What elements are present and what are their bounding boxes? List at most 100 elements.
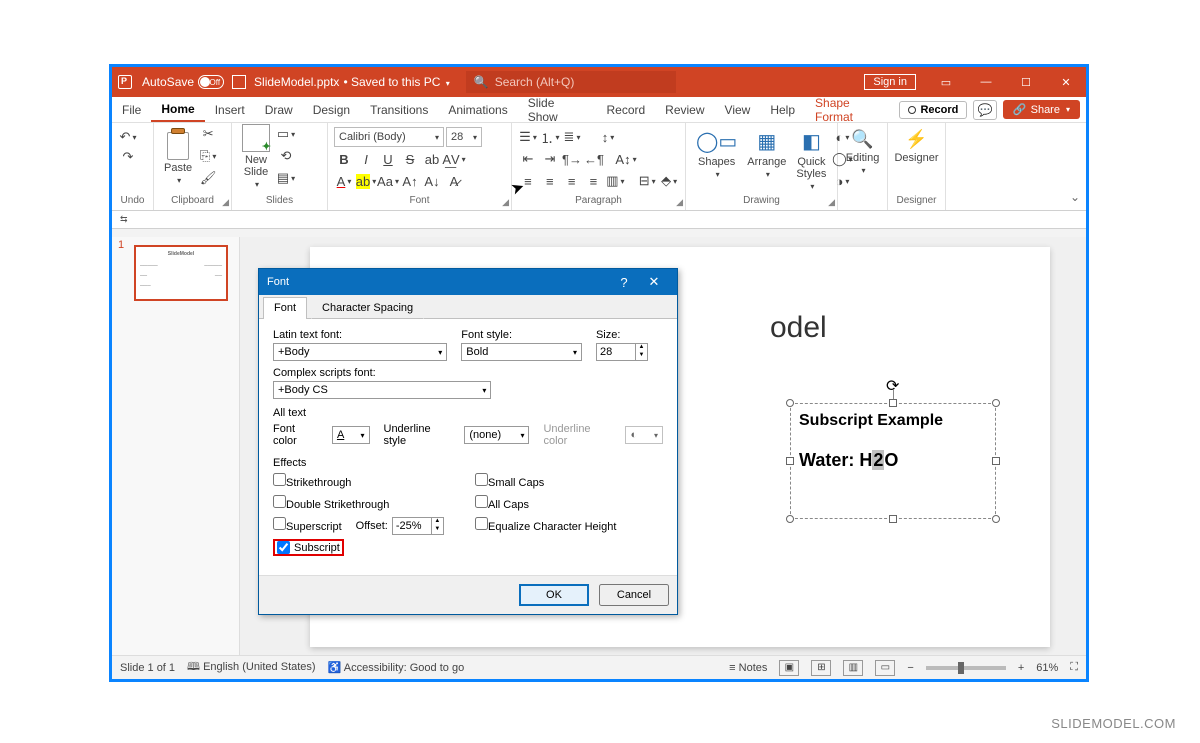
- qat-dropdown-icon[interactable]: ⇆: [120, 214, 128, 225]
- allcaps-checkbox[interactable]: All Caps: [475, 495, 663, 511]
- tab-design[interactable]: Design: [303, 97, 360, 122]
- dialog-tab-charspacing[interactable]: Character Spacing: [311, 297, 424, 319]
- quick-styles-button[interactable]: ◧Quick Styles▾: [792, 127, 830, 193]
- dialog-launcher-icon[interactable]: ◢: [676, 197, 683, 208]
- selected-textbox[interactable]: ⟳ Subscript Example Water: H2O: [790, 403, 996, 519]
- underline-style-combo[interactable]: (none)▾: [464, 426, 529, 444]
- text-direction-button[interactable]: A↕▾: [616, 149, 636, 169]
- layout-button[interactable]: ▭▾: [276, 124, 296, 144]
- slide-counter[interactable]: Slide 1 of 1: [120, 662, 175, 674]
- ltr-button[interactable]: ¶→: [562, 149, 582, 169]
- tab-home[interactable]: Home: [151, 97, 204, 122]
- numbering-button[interactable]: ⒈▾: [540, 127, 560, 147]
- zoom-level[interactable]: 61%: [1036, 662, 1058, 674]
- search-box[interactable]: 🔍 Search (Alt+Q): [466, 71, 676, 93]
- section-button[interactable]: ▤▾: [276, 168, 296, 188]
- justify-button[interactable]: ≡: [584, 171, 604, 191]
- font-style-combo[interactable]: Bold▾: [461, 343, 582, 361]
- zoom-in-button[interactable]: +: [1018, 662, 1024, 674]
- tab-view[interactable]: View: [715, 97, 761, 122]
- reset-button[interactable]: ⟲: [276, 146, 296, 166]
- zoom-slider[interactable]: [926, 666, 1006, 670]
- tab-review[interactable]: Review: [655, 97, 714, 122]
- shadow-button[interactable]: ab: [422, 149, 442, 169]
- format-painter-button[interactable]: 🖌: [198, 168, 218, 188]
- cut-button[interactable]: ✂: [198, 124, 218, 144]
- complex-font-combo[interactable]: +Body CS▾: [273, 381, 491, 399]
- ok-button[interactable]: OK: [519, 584, 589, 606]
- tab-slideshow[interactable]: Slide Show: [518, 97, 597, 122]
- dialog-tab-font[interactable]: Font: [263, 297, 307, 319]
- double-strike-checkbox[interactable]: Double Strikethrough: [273, 495, 461, 511]
- new-slide-button[interactable]: ✦ New Slide▾: [238, 122, 274, 191]
- normal-view-button[interactable]: ▣: [779, 660, 799, 676]
- resize-handle[interactable]: [786, 457, 794, 465]
- tab-help[interactable]: Help: [760, 97, 805, 122]
- arrange-button[interactable]: ▦Arrange▾: [743, 127, 790, 181]
- align-text-button[interactable]: ⊟▾: [637, 171, 657, 191]
- resize-handle[interactable]: [992, 515, 1000, 523]
- textbox-content[interactable]: Subscript Example Water: H2O: [791, 404, 995, 479]
- font-size-combo[interactable]: 28▾: [446, 127, 482, 147]
- save-icon[interactable]: [232, 75, 246, 89]
- columns-button[interactable]: ▥▾: [605, 171, 625, 191]
- accessibility-status[interactable]: ♿ Accessibility: Good to go: [328, 661, 465, 674]
- tab-record[interactable]: Record: [596, 97, 655, 122]
- highlight-button[interactable]: ab▾: [356, 171, 376, 191]
- dialog-launcher-icon[interactable]: ◢: [502, 197, 509, 208]
- shapes-button[interactable]: ◯▭Shapes▾: [692, 127, 741, 181]
- undo-button[interactable]: ↶▾: [118, 127, 138, 147]
- dialog-launcher-icon[interactable]: ◢: [222, 197, 229, 208]
- tab-draw[interactable]: Draw: [255, 97, 303, 122]
- tab-animations[interactable]: Animations: [438, 97, 517, 122]
- paste-button[interactable]: Paste▾: [160, 126, 196, 187]
- tab-shape-format[interactable]: Shape Format: [805, 97, 899, 122]
- resize-handle[interactable]: [889, 399, 897, 407]
- slideshow-view-button[interactable]: ▭: [875, 660, 895, 676]
- offset-spinner[interactable]: ▲▼: [392, 517, 444, 535]
- italic-button[interactable]: I: [356, 149, 376, 169]
- font-name-combo[interactable]: Calibri (Body)▾: [334, 127, 444, 147]
- smallcaps-checkbox[interactable]: Small Caps: [475, 473, 663, 489]
- copy-button[interactable]: ⎘▾: [198, 146, 218, 166]
- resize-handle[interactable]: [786, 515, 794, 523]
- sorter-view-button[interactable]: ⊞: [811, 660, 831, 676]
- line-spacing-button[interactable]: ↕▾: [598, 127, 618, 147]
- slide-thumbnails[interactable]: 1 SlideModel ────────── ──── ───: [112, 237, 240, 655]
- font-color-button[interactable]: A▾: [334, 171, 354, 191]
- ribbon-options-icon[interactable]: ▭: [926, 67, 966, 97]
- font-color-picker[interactable]: A▾: [332, 426, 370, 444]
- strikethrough-checkbox[interactable]: Strikethrough: [273, 473, 461, 489]
- maximize-button[interactable]: ☐: [1006, 67, 1046, 97]
- latin-font-combo[interactable]: +Body▾: [273, 343, 447, 361]
- slide-thumbnail[interactable]: SlideModel ────────── ──── ───: [134, 245, 228, 301]
- shrink-font-button[interactable]: A↓: [422, 171, 442, 191]
- tab-file[interactable]: File: [112, 97, 151, 122]
- char-spacing-button[interactable]: A͟V▾: [444, 149, 464, 169]
- fit-to-window-button[interactable]: ⛶: [1070, 661, 1078, 674]
- bullets-button[interactable]: ☰▾: [518, 127, 538, 147]
- signin-button[interactable]: Sign in: [864, 74, 916, 90]
- close-button[interactable]: ✕: [639, 274, 669, 290]
- rotate-handle-icon[interactable]: ⟳: [886, 376, 900, 390]
- tab-insert[interactable]: Insert: [205, 97, 255, 122]
- strike-button[interactable]: S: [400, 149, 420, 169]
- resize-handle[interactable]: [786, 399, 794, 407]
- superscript-checkbox[interactable]: Superscript: [273, 517, 342, 533]
- align-center-button[interactable]: ≡: [540, 171, 560, 191]
- resize-handle[interactable]: [889, 515, 897, 523]
- change-case-button[interactable]: Aa▾: [378, 171, 398, 191]
- collapse-ribbon-icon[interactable]: ⌄: [1070, 190, 1080, 204]
- editing-button[interactable]: 🔍Editing▾: [844, 127, 881, 177]
- increase-indent-button[interactable]: ⇥: [540, 149, 560, 169]
- notes-button[interactable]: ≡ Notes: [729, 662, 767, 674]
- dialog-launcher-icon[interactable]: ◢: [828, 197, 835, 208]
- grow-font-button[interactable]: A↑: [400, 171, 420, 191]
- list-level-button[interactable]: ≣▾: [562, 127, 582, 147]
- toggle-icon[interactable]: Off: [198, 75, 224, 89]
- decrease-indent-button[interactable]: ⇤: [518, 149, 538, 169]
- equalize-checkbox[interactable]: Equalize Character Height: [475, 517, 663, 533]
- help-button[interactable]: ?: [609, 275, 639, 290]
- subscript-checkbox[interactable]: Subscript: [273, 539, 461, 557]
- comments-button[interactable]: 💬: [973, 100, 997, 120]
